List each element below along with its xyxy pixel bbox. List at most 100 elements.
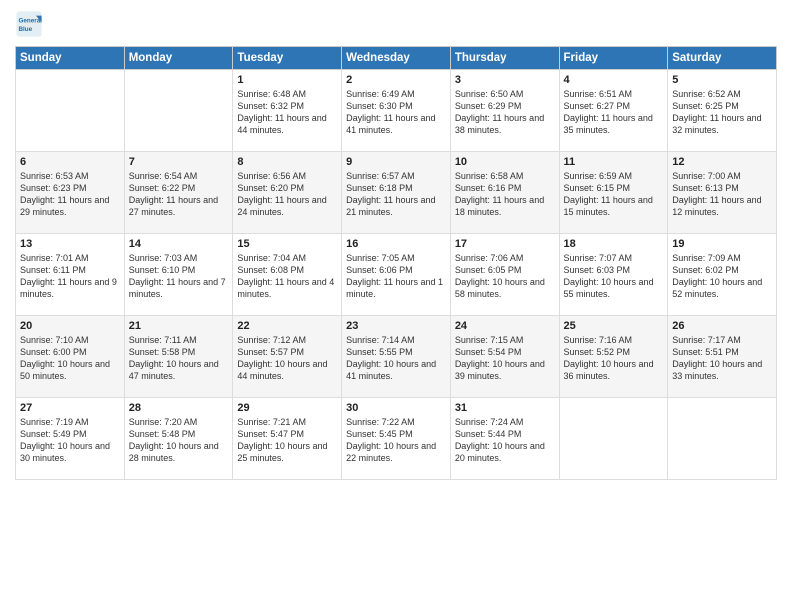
page: General Blue SundayMondayTuesdayWednesda… [0, 0, 792, 612]
calendar-cell: 23 Sunrise: 7:14 AM Sunset: 5:55 PM Dayli… [342, 316, 451, 398]
calendar-cell: 15Sunrise: 7:04 AM Sunset: 6:08 PM Dayli… [233, 234, 342, 316]
day-info: Sunrise: 7:22 AM Sunset: 5:45 PM Dayligh… [346, 416, 446, 465]
header-day: Thursday [450, 47, 559, 70]
calendar-cell: 27 Sunrise: 7:19 AM Sunset: 5:49 PM Dayli… [16, 398, 125, 480]
day-number: 3 [455, 74, 555, 86]
calendar-cell: 30 Sunrise: 7:22 AM Sunset: 5:45 PM Dayli… [342, 398, 451, 480]
calendar-cell: 28 Sunrise: 7:20 AM Sunset: 5:48 PM Dayli… [124, 398, 233, 480]
svg-text:Blue: Blue [19, 26, 33, 33]
day-info: Sunrise: 7:10 AM Sunset: 6:00 PM Dayligh… [20, 334, 120, 383]
day-info: Sunrise: 7:12 AM Sunset: 5:57 PM Dayligh… [237, 334, 337, 383]
day-number: 14 [129, 238, 229, 250]
day-info: Sunrise: 7:11 AM Sunset: 5:58 PM Dayligh… [129, 334, 229, 383]
day-number: 7 [129, 156, 229, 168]
calendar-cell: 3 Sunrise: 6:50 AM Sunset: 6:29 PM Daylig… [450, 70, 559, 152]
calendar-cell: 1 Sunrise: 6:48 AM Sunset: 6:32 PM Daylig… [233, 70, 342, 152]
calendar-cell: 24 Sunrise: 7:15 AM Sunset: 5:54 PM Dayli… [450, 316, 559, 398]
header-day: Friday [559, 47, 668, 70]
calendar-cell [124, 70, 233, 152]
day-number: 20 [20, 320, 120, 332]
header-day: Wednesday [342, 47, 451, 70]
day-number: 4 [564, 74, 664, 86]
day-info: Sunrise: 7:21 AM Sunset: 5:47 PM Dayligh… [237, 416, 337, 465]
day-number: 24 [455, 320, 555, 332]
day-info: Sunrise: 7:00 AM Sunset: 6:13 PM Dayligh… [672, 170, 772, 219]
calendar-cell [668, 398, 777, 480]
header-day: Tuesday [233, 47, 342, 70]
calendar-cell: 29 Sunrise: 7:21 AM Sunset: 5:47 PM Dayli… [233, 398, 342, 480]
calendar-cell: 31Sunrise: 7:24 AM Sunset: 5:44 PM Dayli… [450, 398, 559, 480]
logo: General Blue [15, 10, 46, 38]
day-info: Sunrise: 6:50 AM Sunset: 6:29 PM Dayligh… [455, 88, 555, 137]
calendar-cell: 19Sunrise: 7:09 AM Sunset: 6:02 PM Dayli… [668, 234, 777, 316]
day-number: 12 [672, 156, 772, 168]
day-info: Sunrise: 7:06 AM Sunset: 6:05 PM Dayligh… [455, 252, 555, 301]
day-number: 28 [129, 402, 229, 414]
calendar-cell: 25 Sunrise: 7:16 AM Sunset: 5:52 PM Dayli… [559, 316, 668, 398]
day-info: Sunrise: 7:19 AM Sunset: 5:49 PM Dayligh… [20, 416, 120, 465]
day-number: 30 [346, 402, 446, 414]
calendar-cell: 14 Sunrise: 7:03 AM Sunset: 6:10 PM Dayli… [124, 234, 233, 316]
calendar-cell: 18Sunrise: 7:07 AM Sunset: 6:03 PM Dayli… [559, 234, 668, 316]
header-day: Monday [124, 47, 233, 70]
header: General Blue [15, 10, 777, 38]
day-info: Sunrise: 7:07 AM Sunset: 6:03 PM Dayligh… [564, 252, 664, 301]
week-row: 20 Sunrise: 7:10 AM Sunset: 6:00 PM Dayli… [16, 316, 777, 398]
header-day: Saturday [668, 47, 777, 70]
day-number: 29 [237, 402, 337, 414]
day-info: Sunrise: 6:54 AM Sunset: 6:22 PM Dayligh… [129, 170, 229, 219]
calendar-cell: 20 Sunrise: 7:10 AM Sunset: 6:00 PM Dayli… [16, 316, 125, 398]
day-info: Sunrise: 6:48 AM Sunset: 6:32 PM Dayligh… [237, 88, 337, 137]
week-row: 27 Sunrise: 7:19 AM Sunset: 5:49 PM Dayli… [16, 398, 777, 480]
day-number: 16 [346, 238, 446, 250]
day-info: Sunrise: 7:20 AM Sunset: 5:48 PM Dayligh… [129, 416, 229, 465]
day-number: 17 [455, 238, 555, 250]
day-number: 23 [346, 320, 446, 332]
day-number: 25 [564, 320, 664, 332]
day-info: Sunrise: 6:56 AM Sunset: 6:20 PM Dayligh… [237, 170, 337, 219]
day-number: 8 [237, 156, 337, 168]
calendar-cell [16, 70, 125, 152]
calendar-cell: 21 Sunrise: 7:11 AM Sunset: 5:58 PM Dayli… [124, 316, 233, 398]
day-number: 6 [20, 156, 120, 168]
day-number: 27 [20, 402, 120, 414]
calendar-cell: 22 Sunrise: 7:12 AM Sunset: 5:57 PM Dayli… [233, 316, 342, 398]
day-info: Sunrise: 6:49 AM Sunset: 6:30 PM Dayligh… [346, 88, 446, 137]
week-row: 1 Sunrise: 6:48 AM Sunset: 6:32 PM Daylig… [16, 70, 777, 152]
calendar-cell: 8 Sunrise: 6:56 AM Sunset: 6:20 PM Daylig… [233, 152, 342, 234]
logo-icon: General Blue [15, 10, 43, 38]
day-info: Sunrise: 6:53 AM Sunset: 6:23 PM Dayligh… [20, 170, 120, 219]
calendar-cell: 17 Sunrise: 7:06 AM Sunset: 6:05 PM Dayli… [450, 234, 559, 316]
day-number: 10 [455, 156, 555, 168]
calendar-cell: 4Sunrise: 6:51 AM Sunset: 6:27 PM Daylig… [559, 70, 668, 152]
day-number: 5 [672, 74, 772, 86]
week-row: 13Sunrise: 7:01 AM Sunset: 6:11 PM Dayli… [16, 234, 777, 316]
day-number: 1 [237, 74, 337, 86]
day-info: Sunrise: 6:59 AM Sunset: 6:15 PM Dayligh… [564, 170, 664, 219]
header-row: SundayMondayTuesdayWednesdayThursdayFrid… [16, 47, 777, 70]
day-number: 2 [346, 74, 446, 86]
header-day: Sunday [16, 47, 125, 70]
week-row: 6 Sunrise: 6:53 AM Sunset: 6:23 PM Daylig… [16, 152, 777, 234]
day-number: 13 [20, 238, 120, 250]
day-number: 22 [237, 320, 337, 332]
day-info: Sunrise: 7:04 AM Sunset: 6:08 PM Dayligh… [237, 252, 337, 301]
day-info: Sunrise: 7:16 AM Sunset: 5:52 PM Dayligh… [564, 334, 664, 383]
calendar-cell: 6 Sunrise: 6:53 AM Sunset: 6:23 PM Daylig… [16, 152, 125, 234]
calendar-cell: 9Sunrise: 6:57 AM Sunset: 6:18 PM Daylig… [342, 152, 451, 234]
calendar-cell: 12 Sunrise: 7:00 AM Sunset: 6:13 PM Dayli… [668, 152, 777, 234]
calendar-table: SundayMondayTuesdayWednesdayThursdayFrid… [15, 46, 777, 480]
day-number: 21 [129, 320, 229, 332]
day-info: Sunrise: 7:05 AM Sunset: 6:06 PM Dayligh… [346, 252, 446, 301]
day-info: Sunrise: 7:17 AM Sunset: 5:51 PM Dayligh… [672, 334, 772, 383]
day-info: Sunrise: 7:14 AM Sunset: 5:55 PM Dayligh… [346, 334, 446, 383]
day-number: 26 [672, 320, 772, 332]
day-info: Sunrise: 7:03 AM Sunset: 6:10 PM Dayligh… [129, 252, 229, 301]
calendar-cell: 11 Sunrise: 6:59 AM Sunset: 6:15 PM Dayli… [559, 152, 668, 234]
day-number: 11 [564, 156, 664, 168]
day-info: Sunrise: 7:24 AM Sunset: 5:44 PM Dayligh… [455, 416, 555, 465]
calendar-cell: 7 Sunrise: 6:54 AM Sunset: 6:22 PM Daylig… [124, 152, 233, 234]
day-info: Sunrise: 6:52 AM Sunset: 6:25 PM Dayligh… [672, 88, 772, 137]
day-number: 9 [346, 156, 446, 168]
day-info: Sunrise: 7:15 AM Sunset: 5:54 PM Dayligh… [455, 334, 555, 383]
